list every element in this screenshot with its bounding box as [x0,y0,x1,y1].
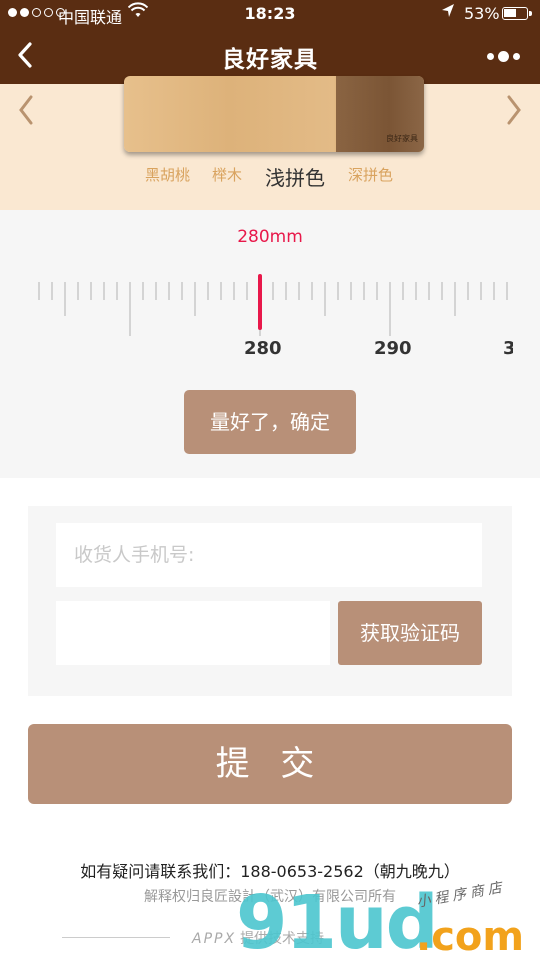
prev-arrow-icon[interactable] [14,92,38,128]
more-options-icon[interactable] [478,42,528,70]
contact-form: 获取验证码 [28,506,512,696]
phone-input[interactable] [56,523,482,587]
support-text: 提供技术支持 [240,931,325,947]
tech-support: APPX 提供技术支持 [192,928,324,948]
status-time: 18:23 [244,4,296,23]
size-ruler-section: 280mm 280 290 3 量好了，确定 [0,210,540,478]
swatch-beech[interactable]: 榉木 [212,164,242,185]
submit-button[interactable]: 提 交 [28,724,512,804]
confirm-measure-button[interactable]: 量好了，确定 [184,390,356,454]
battery-icon [502,7,532,20]
contact-info: 如有疑问请联系我们：188-0653-2562（朝九晚九） [80,862,460,881]
color-options: 黑胡桃 榉木 浅拼色 深拼色 [0,164,540,194]
ruler-tick-label: 280 [244,338,282,359]
product-preview: 良好家具 黑胡桃 榉木 浅拼色 深拼色 [0,76,540,210]
divider [62,937,170,938]
swatch-light-mix[interactable]: 浅拼色 [265,162,325,191]
verification-code-input[interactable] [56,601,330,665]
page-title: 良好家具 [222,47,318,73]
ruler-slider[interactable] [0,270,540,390]
swatch-dark-mix[interactable]: 深拼色 [348,164,393,185]
watermark-domain: .com [416,914,525,960]
appx-logo: APPX [192,931,237,947]
battery-percent: 53% [464,4,500,23]
swatch-black-walnut[interactable]: 黑胡桃 [145,164,190,185]
board-brand-stamp: 良好家具 [386,134,418,143]
location-arrow-icon [441,3,455,23]
ruler-tick-label: 3 [503,338,513,359]
ruler-tick-label: 290 [374,338,412,359]
get-code-button[interactable]: 获取验证码 [338,601,482,665]
measure-value: 280mm [237,227,303,247]
next-arrow-icon[interactable] [502,92,526,128]
status-bar: 中国联通 18:23 53% [0,0,540,28]
cutting-board-image: 良好家具 [124,76,424,152]
copyright-text: 解释权归良匠設計（武汉）有限公司所有 [144,889,396,905]
